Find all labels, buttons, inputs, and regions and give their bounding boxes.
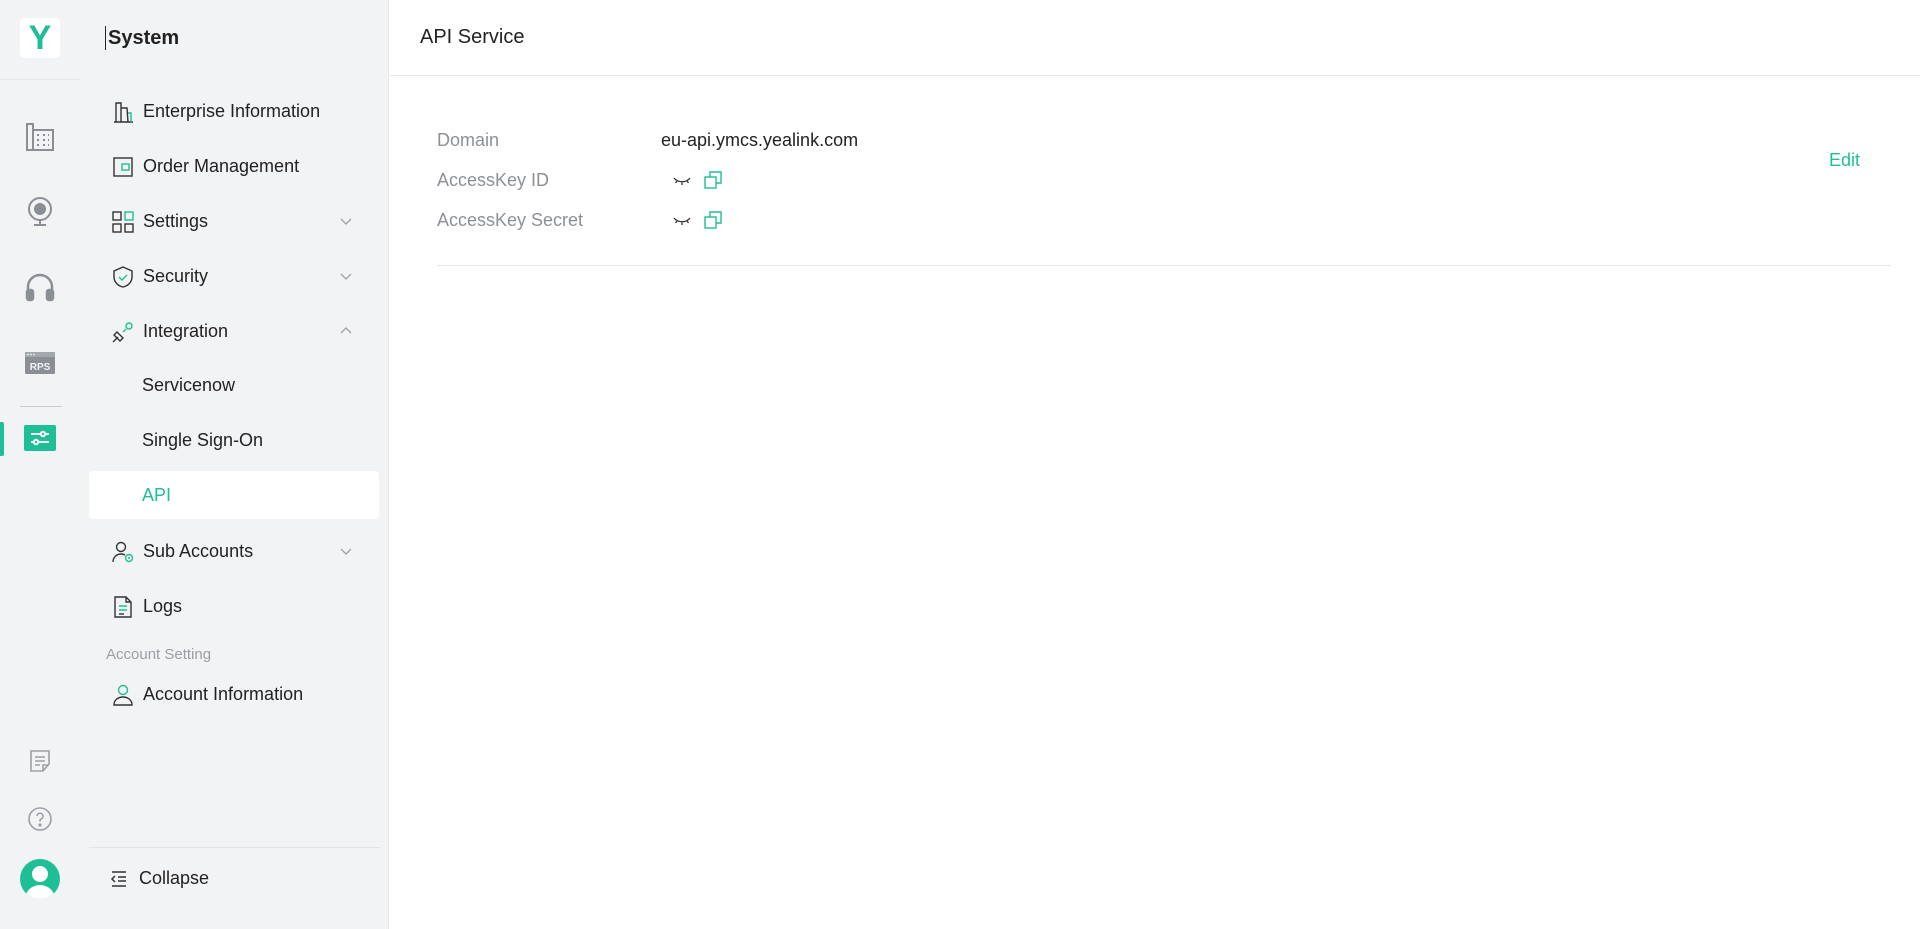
sidebar-subitem-single-sign-on[interactable]: Single Sign-On <box>89 416 379 464</box>
sidebar-item-integration[interactable]: Integration <box>89 307 379 355</box>
chevron-down-icon <box>340 273 352 280</box>
active-indicator <box>0 422 4 456</box>
plug-icon <box>112 322 133 343</box>
rail-rps-button[interactable]: RPS <box>20 342 60 382</box>
rail-divider <box>0 79 81 80</box>
sidebar-item-security[interactable]: Security <box>89 252 379 300</box>
sidebar-item-enterprise-information[interactable]: Enterprise Information <box>89 87 379 135</box>
rail-checklist-button[interactable] <box>20 741 60 781</box>
rail-headset-button[interactable] <box>20 267 60 307</box>
rail-building-grid-button[interactable] <box>20 117 60 157</box>
copy-icon[interactable] <box>704 171 722 189</box>
avatar-icon <box>25 866 55 899</box>
building-grid-icon <box>26 123 54 151</box>
sidebar-item-label: Enterprise Information <box>143 100 321 121</box>
sidebar-item-logs[interactable]: Logs <box>89 582 379 630</box>
shield-icon <box>113 266 133 288</box>
sidebar-item-label: Account Information <box>143 683 304 704</box>
accesskey-id-label: AccessKey ID <box>437 170 550 190</box>
user-avatar[interactable] <box>20 859 60 899</box>
sidebar-subitem-servicenow[interactable]: Servicenow <box>89 361 379 409</box>
user-icon <box>113 684 133 706</box>
copy-icon[interactable] <box>704 211 722 229</box>
sidebar-subitem-label: API <box>142 484 172 505</box>
chevron-down-icon <box>340 548 352 555</box>
document-icon <box>114 596 132 618</box>
yealink-logo[interactable]: Y <box>20 18 60 58</box>
rail-help-button[interactable] <box>20 799 60 839</box>
icon-rail: Y RPS <box>0 0 81 929</box>
webcam-icon <box>28 197 52 226</box>
building-icon <box>114 102 133 123</box>
accesskey-secret-label: AccessKey Secret <box>437 210 584 230</box>
grid-icon <box>112 211 134 233</box>
content-divider <box>437 265 1891 266</box>
chevron-down-icon <box>340 218 352 225</box>
main-content: API Service Domain eu-api.ymcs.yealink.c… <box>390 0 1920 929</box>
sidebar-item-label: Security <box>143 265 209 286</box>
sidebar-item-order-management[interactable]: Order Management <box>89 142 379 190</box>
sidebar-subitem-label: Servicenow <box>142 374 236 395</box>
sidebar-subitem-label: Single Sign-On <box>142 429 264 450</box>
sidebar-bottom-divider <box>89 847 381 848</box>
sidebar-item-label: Integration <box>143 320 229 341</box>
sidebar-item-sub-accounts[interactable]: Sub Accounts <box>89 527 379 575</box>
section-label-account-setting: Account Setting <box>106 646 212 663</box>
rail-system-settings-button[interactable] <box>24 425 56 451</box>
help-icon <box>28 807 52 831</box>
chevron-up-icon <box>340 327 352 334</box>
user-gear-icon <box>112 541 134 563</box>
sidebar-item-settings[interactable]: Settings <box>89 197 379 245</box>
domain-value: eu-api.ymcs.yealink.com <box>661 130 859 150</box>
domain-label: Domain <box>437 130 500 150</box>
sidebar-subitem-api[interactable]: API <box>89 471 379 519</box>
edit-button[interactable]: Edit <box>1829 150 1860 171</box>
rail-separator <box>20 406 62 407</box>
sidebar-title: System <box>105 26 179 50</box>
sidebar-item-label: Sub Accounts <box>143 540 254 561</box>
rps-icon: RPS <box>25 352 55 374</box>
page-header: API Service <box>390 0 1920 76</box>
sidebar-item-label: Settings <box>143 210 209 231</box>
sidebar-item-account-information[interactable]: Account Information <box>89 670 379 718</box>
eye-closed-icon[interactable] <box>673 176 691 186</box>
wallet-icon <box>113 157 133 177</box>
sidebar-item-label: Logs <box>143 595 183 616</box>
page-title: API Service <box>420 26 525 48</box>
collapse-icon <box>110 871 126 887</box>
eye-closed-icon[interactable] <box>673 216 691 226</box>
rail-webcam-button[interactable] <box>20 192 60 232</box>
checklist-icon <box>30 750 50 772</box>
rps-icon-label: RPS <box>30 362 51 373</box>
sidebar-item-label: Order Management <box>143 155 300 176</box>
sidebar: System Enterprise Information Order Mana… <box>81 0 389 929</box>
headset-icon <box>25 273 55 302</box>
collapse-button[interactable]: Collapse <box>89 858 379 898</box>
system-settings-icon <box>31 430 49 446</box>
collapse-label: Collapse <box>139 868 210 888</box>
